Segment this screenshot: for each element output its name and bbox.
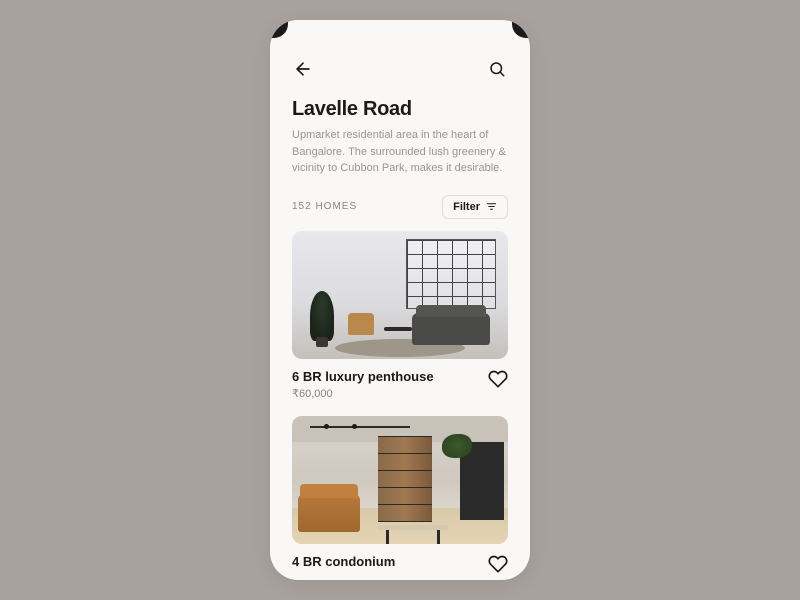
heart-icon <box>488 554 508 574</box>
page-title: Lavelle Road <box>292 98 508 121</box>
homes-count: 152 HOMES <box>292 201 357 212</box>
filter-icon <box>486 201 497 212</box>
heart-icon <box>488 369 508 389</box>
back-button[interactable] <box>292 58 314 80</box>
listing-info: 4 BR condonium <box>292 554 508 574</box>
page-description: Upmarket residential area in the heart o… <box>292 127 508 177</box>
meta-row: 152 HOMES Filter <box>292 195 508 219</box>
search-button[interactable] <box>486 58 508 80</box>
favorite-button[interactable] <box>488 369 508 389</box>
filter-label: Filter <box>453 201 480 213</box>
listing-image <box>292 416 508 544</box>
app-screen: Lavelle Road Upmarket residential area i… <box>270 20 530 580</box>
filter-button[interactable]: Filter <box>442 195 508 219</box>
favorite-button[interactable] <box>488 554 508 574</box>
search-icon <box>488 60 506 78</box>
arrow-left-icon <box>293 59 313 79</box>
header-bar <box>292 58 508 80</box>
listing-title: 4 BR condonium <box>292 554 395 569</box>
listing-image <box>292 231 508 359</box>
content-area: Lavelle Road Upmarket residential area i… <box>270 20 530 580</box>
listing-card[interactable]: 4 BR condonium <box>292 416 508 574</box>
listing-title: 6 BR luxury penthouse <box>292 369 434 384</box>
listing-card[interactable]: 6 BR luxury penthouse ₹60,000 <box>292 231 508 400</box>
listing-price: ₹60,000 <box>292 387 434 400</box>
listing-info: 6 BR luxury penthouse ₹60,000 <box>292 369 508 400</box>
